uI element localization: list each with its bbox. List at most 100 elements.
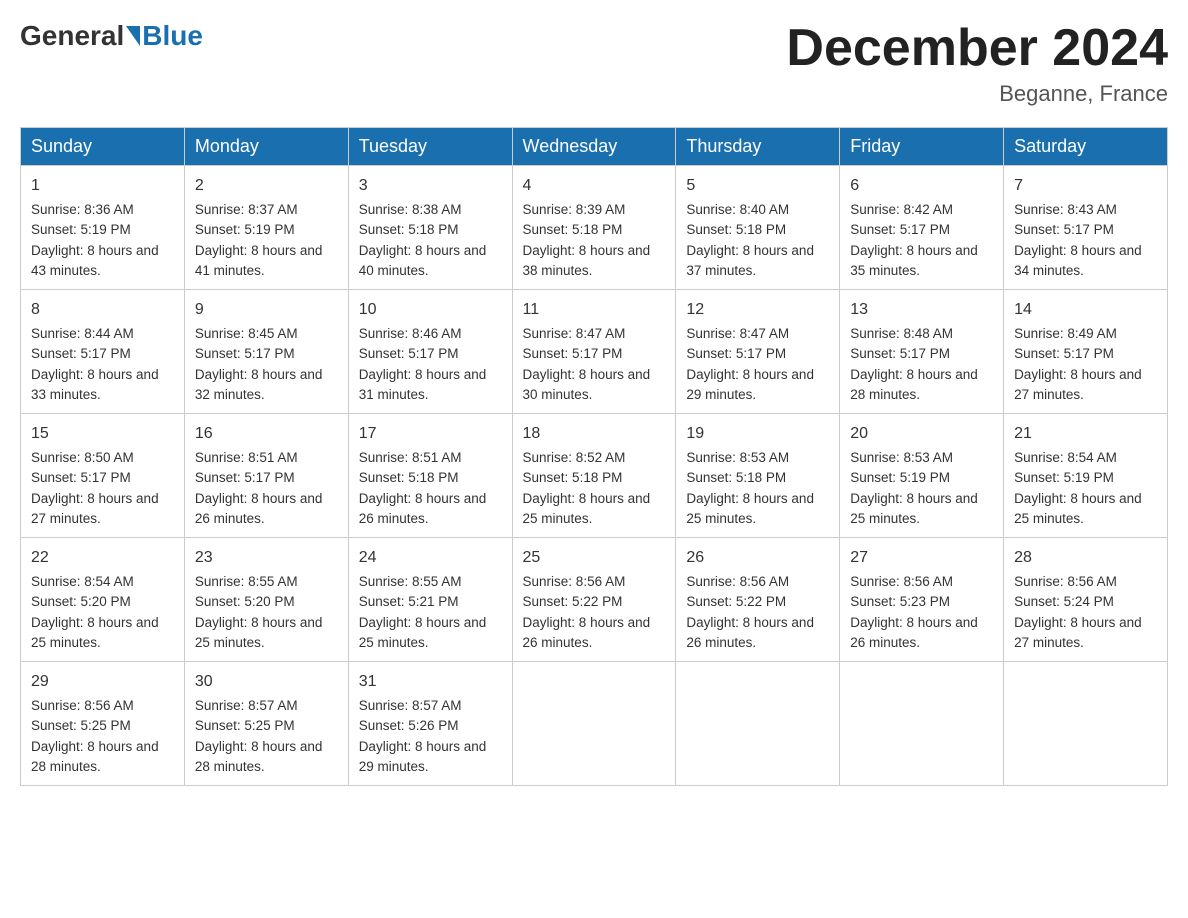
daylight-text: Daylight: 8 hours and 26 minutes.	[686, 615, 814, 650]
calendar-cell: 2 Sunrise: 8:37 AM Sunset: 5:19 PM Dayli…	[184, 166, 348, 290]
week-row-3: 15 Sunrise: 8:50 AM Sunset: 5:17 PM Dayl…	[21, 414, 1168, 538]
calendar-cell: 17 Sunrise: 8:51 AM Sunset: 5:18 PM Dayl…	[348, 414, 512, 538]
calendar-cell: 11 Sunrise: 8:47 AM Sunset: 5:17 PM Dayl…	[512, 290, 676, 414]
day-number: 27	[850, 546, 993, 570]
day-number: 11	[523, 298, 666, 322]
day-number: 31	[359, 670, 502, 694]
logo: General Blue	[20, 20, 203, 52]
daylight-text: Daylight: 8 hours and 27 minutes.	[1014, 367, 1142, 402]
day-number: 22	[31, 546, 174, 570]
day-number: 2	[195, 174, 338, 198]
page-header: General Blue December 2024 Beganne, Fran…	[20, 20, 1168, 107]
calendar-cell: 25 Sunrise: 8:56 AM Sunset: 5:22 PM Dayl…	[512, 538, 676, 662]
header-cell-tuesday: Tuesday	[348, 128, 512, 166]
week-row-2: 8 Sunrise: 8:44 AM Sunset: 5:17 PM Dayli…	[21, 290, 1168, 414]
sunrise-text: Sunrise: 8:51 AM	[359, 450, 462, 465]
sunset-text: Sunset: 5:19 PM	[31, 222, 131, 237]
sunset-text: Sunset: 5:17 PM	[31, 470, 131, 485]
daylight-text: Daylight: 8 hours and 27 minutes.	[1014, 615, 1142, 650]
day-number: 4	[523, 174, 666, 198]
calendar-cell: 27 Sunrise: 8:56 AM Sunset: 5:23 PM Dayl…	[840, 538, 1004, 662]
sunset-text: Sunset: 5:17 PM	[359, 346, 459, 361]
daylight-text: Daylight: 8 hours and 34 minutes.	[1014, 243, 1142, 278]
day-number: 16	[195, 422, 338, 446]
day-number: 14	[1014, 298, 1157, 322]
sunset-text: Sunset: 5:17 PM	[1014, 346, 1114, 361]
sunrise-text: Sunrise: 8:56 AM	[850, 574, 953, 589]
location-text: Beganne, France	[786, 81, 1168, 107]
calendar-cell: 15 Sunrise: 8:50 AM Sunset: 5:17 PM Dayl…	[21, 414, 185, 538]
day-number: 12	[686, 298, 829, 322]
day-number: 13	[850, 298, 993, 322]
sunrise-text: Sunrise: 8:56 AM	[686, 574, 789, 589]
calendar-cell: 18 Sunrise: 8:52 AM Sunset: 5:18 PM Dayl…	[512, 414, 676, 538]
sunset-text: Sunset: 5:19 PM	[195, 222, 295, 237]
calendar-cell: 10 Sunrise: 8:46 AM Sunset: 5:17 PM Dayl…	[348, 290, 512, 414]
sunrise-text: Sunrise: 8:54 AM	[1014, 450, 1117, 465]
sunset-text: Sunset: 5:17 PM	[523, 346, 623, 361]
daylight-text: Daylight: 8 hours and 25 minutes.	[850, 491, 978, 526]
sunset-text: Sunset: 5:17 PM	[31, 346, 131, 361]
day-number: 6	[850, 174, 993, 198]
calendar-cell	[512, 662, 676, 786]
calendar-cell: 21 Sunrise: 8:54 AM Sunset: 5:19 PM Dayl…	[1004, 414, 1168, 538]
day-number: 30	[195, 670, 338, 694]
day-number: 23	[195, 546, 338, 570]
sunrise-text: Sunrise: 8:57 AM	[195, 698, 298, 713]
sunrise-text: Sunrise: 8:46 AM	[359, 326, 462, 341]
calendar-cell: 12 Sunrise: 8:47 AM Sunset: 5:17 PM Dayl…	[676, 290, 840, 414]
calendar-header: SundayMondayTuesdayWednesdayThursdayFrid…	[21, 128, 1168, 166]
sunrise-text: Sunrise: 8:47 AM	[523, 326, 626, 341]
sunset-text: Sunset: 5:22 PM	[686, 594, 786, 609]
sunset-text: Sunset: 5:18 PM	[359, 470, 459, 485]
daylight-text: Daylight: 8 hours and 37 minutes.	[686, 243, 814, 278]
calendar-cell: 29 Sunrise: 8:56 AM Sunset: 5:25 PM Dayl…	[21, 662, 185, 786]
daylight-text: Daylight: 8 hours and 25 minutes.	[359, 615, 487, 650]
daylight-text: Daylight: 8 hours and 43 minutes.	[31, 243, 159, 278]
daylight-text: Daylight: 8 hours and 25 minutes.	[31, 615, 159, 650]
daylight-text: Daylight: 8 hours and 25 minutes.	[686, 491, 814, 526]
week-row-5: 29 Sunrise: 8:56 AM Sunset: 5:25 PM Dayl…	[21, 662, 1168, 786]
sunrise-text: Sunrise: 8:52 AM	[523, 450, 626, 465]
daylight-text: Daylight: 8 hours and 41 minutes.	[195, 243, 323, 278]
calendar-cell: 6 Sunrise: 8:42 AM Sunset: 5:17 PM Dayli…	[840, 166, 1004, 290]
calendar-cell: 26 Sunrise: 8:56 AM Sunset: 5:22 PM Dayl…	[676, 538, 840, 662]
daylight-text: Daylight: 8 hours and 27 minutes.	[31, 491, 159, 526]
calendar-cell: 5 Sunrise: 8:40 AM Sunset: 5:18 PM Dayli…	[676, 166, 840, 290]
sunrise-text: Sunrise: 8:55 AM	[195, 574, 298, 589]
sunrise-text: Sunrise: 8:56 AM	[31, 698, 134, 713]
sunset-text: Sunset: 5:17 PM	[850, 222, 950, 237]
daylight-text: Daylight: 8 hours and 28 minutes.	[195, 739, 323, 774]
sunrise-text: Sunrise: 8:53 AM	[850, 450, 953, 465]
sunset-text: Sunset: 5:18 PM	[686, 222, 786, 237]
day-number: 24	[359, 546, 502, 570]
day-number: 29	[31, 670, 174, 694]
day-number: 26	[686, 546, 829, 570]
header-cell-sunday: Sunday	[21, 128, 185, 166]
calendar-cell: 7 Sunrise: 8:43 AM Sunset: 5:17 PM Dayli…	[1004, 166, 1168, 290]
logo-area: General Blue	[20, 20, 203, 52]
daylight-text: Daylight: 8 hours and 29 minutes.	[686, 367, 814, 402]
calendar-cell: 24 Sunrise: 8:55 AM Sunset: 5:21 PM Dayl…	[348, 538, 512, 662]
daylight-text: Daylight: 8 hours and 29 minutes.	[359, 739, 487, 774]
calendar-cell	[840, 662, 1004, 786]
sunrise-text: Sunrise: 8:38 AM	[359, 202, 462, 217]
day-number: 3	[359, 174, 502, 198]
logo-blue-text: Blue	[142, 20, 203, 52]
calendar-cell: 4 Sunrise: 8:39 AM Sunset: 5:18 PM Dayli…	[512, 166, 676, 290]
calendar-cell: 22 Sunrise: 8:54 AM Sunset: 5:20 PM Dayl…	[21, 538, 185, 662]
sunrise-text: Sunrise: 8:43 AM	[1014, 202, 1117, 217]
day-number: 20	[850, 422, 993, 446]
daylight-text: Daylight: 8 hours and 26 minutes.	[523, 615, 651, 650]
sunrise-text: Sunrise: 8:56 AM	[523, 574, 626, 589]
logo-general-text: General	[20, 20, 124, 52]
day-number: 21	[1014, 422, 1157, 446]
sunrise-text: Sunrise: 8:54 AM	[31, 574, 134, 589]
week-row-1: 1 Sunrise: 8:36 AM Sunset: 5:19 PM Dayli…	[21, 166, 1168, 290]
sunrise-text: Sunrise: 8:50 AM	[31, 450, 134, 465]
sunrise-text: Sunrise: 8:48 AM	[850, 326, 953, 341]
sunrise-text: Sunrise: 8:47 AM	[686, 326, 789, 341]
sunset-text: Sunset: 5:17 PM	[195, 346, 295, 361]
daylight-text: Daylight: 8 hours and 31 minutes.	[359, 367, 487, 402]
calendar-cell: 31 Sunrise: 8:57 AM Sunset: 5:26 PM Dayl…	[348, 662, 512, 786]
